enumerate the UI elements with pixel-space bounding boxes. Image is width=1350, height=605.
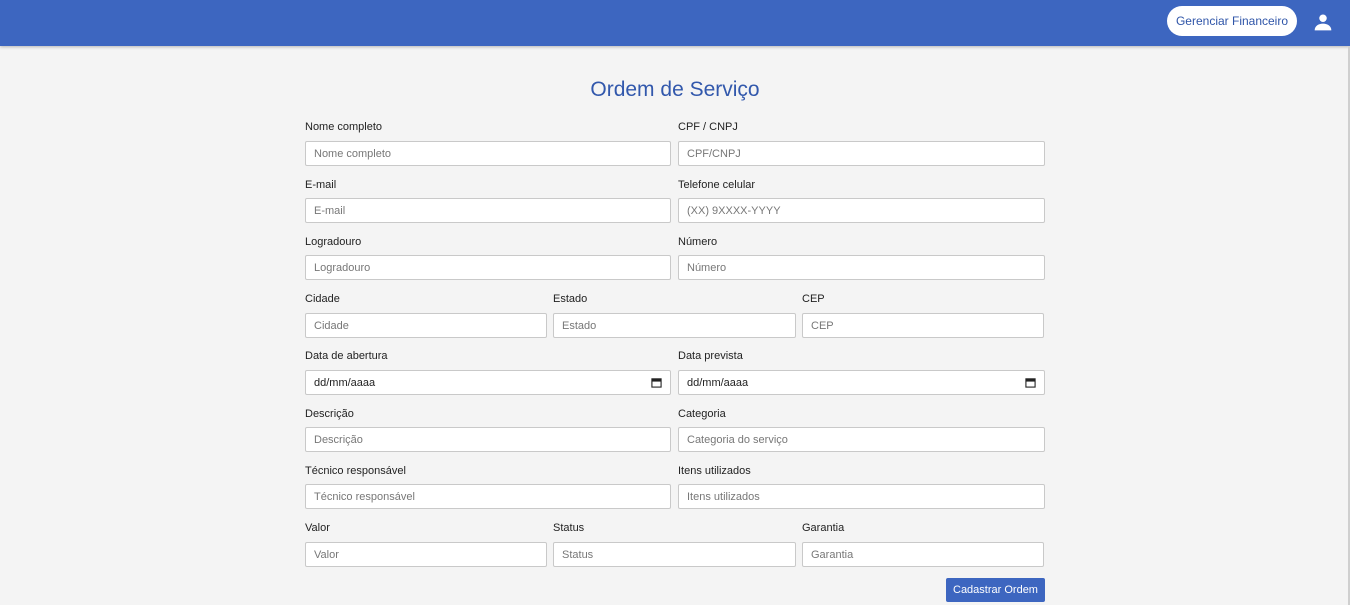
cidade-label: Cidade [305, 293, 340, 305]
categoria-input[interactable] [678, 427, 1045, 452]
estado-label: Estado [553, 293, 588, 305]
calendar-icon[interactable] [651, 377, 662, 388]
status-label: Status [553, 522, 585, 534]
top-navbar: Gerenciar Financeiro [0, 0, 1350, 46]
descricao-input[interactable] [305, 427, 671, 452]
categoria-label: Categoria [678, 408, 726, 420]
nome-label: Nome completo [305, 121, 383, 133]
descricao-label: Descrição [305, 408, 354, 420]
itens-input[interactable] [678, 484, 1045, 509]
valor-input[interactable] [305, 542, 547, 567]
email-label: E-mail [305, 179, 337, 191]
telefone-input[interactable] [678, 198, 1045, 223]
garantia-label: Garantia [802, 522, 845, 534]
person-icon[interactable] [1313, 12, 1333, 32]
estado-input[interactable] [553, 313, 796, 338]
tecnico-input[interactable] [305, 484, 671, 509]
prevista-label: Data prevista [678, 350, 743, 362]
cep-label: CEP [802, 293, 825, 305]
email-input[interactable] [305, 198, 671, 223]
abertura-date-value: dd/mm/aaaa [314, 376, 376, 389]
itens-label: Itens utilizados [678, 465, 751, 477]
logradouro-label: Logradouro [305, 236, 362, 248]
prevista-date-value: dd/mm/aaaa [687, 376, 749, 389]
cpf-label: CPF / CNPJ [678, 121, 738, 133]
valor-label: Valor [305, 522, 330, 534]
garantia-input[interactable] [802, 542, 1044, 567]
abertura-label: Data de abertura [305, 350, 388, 362]
manage-finance-button[interactable]: Gerenciar Financeiro [1167, 6, 1297, 36]
prevista-date-input[interactable]: dd/mm/aaaa [678, 370, 1045, 395]
tecnico-label: Técnico responsável [305, 465, 406, 477]
cidade-input[interactable] [305, 313, 547, 338]
submit-order-button[interactable]: Cadastrar Ordem [946, 578, 1045, 602]
logradouro-input[interactable] [305, 255, 671, 280]
numero-input[interactable] [678, 255, 1045, 280]
abertura-date-input[interactable]: dd/mm/aaaa [305, 370, 671, 395]
nome-input[interactable] [305, 141, 671, 166]
numero-label: Número [678, 236, 718, 248]
calendar-icon[interactable] [1025, 377, 1036, 388]
status-input[interactable] [553, 542, 796, 567]
telefone-label: Telefone celular [678, 179, 756, 191]
page-title: Ordem de Serviço [590, 78, 760, 101]
cep-input[interactable] [802, 313, 1044, 338]
cpf-input[interactable] [678, 141, 1045, 166]
